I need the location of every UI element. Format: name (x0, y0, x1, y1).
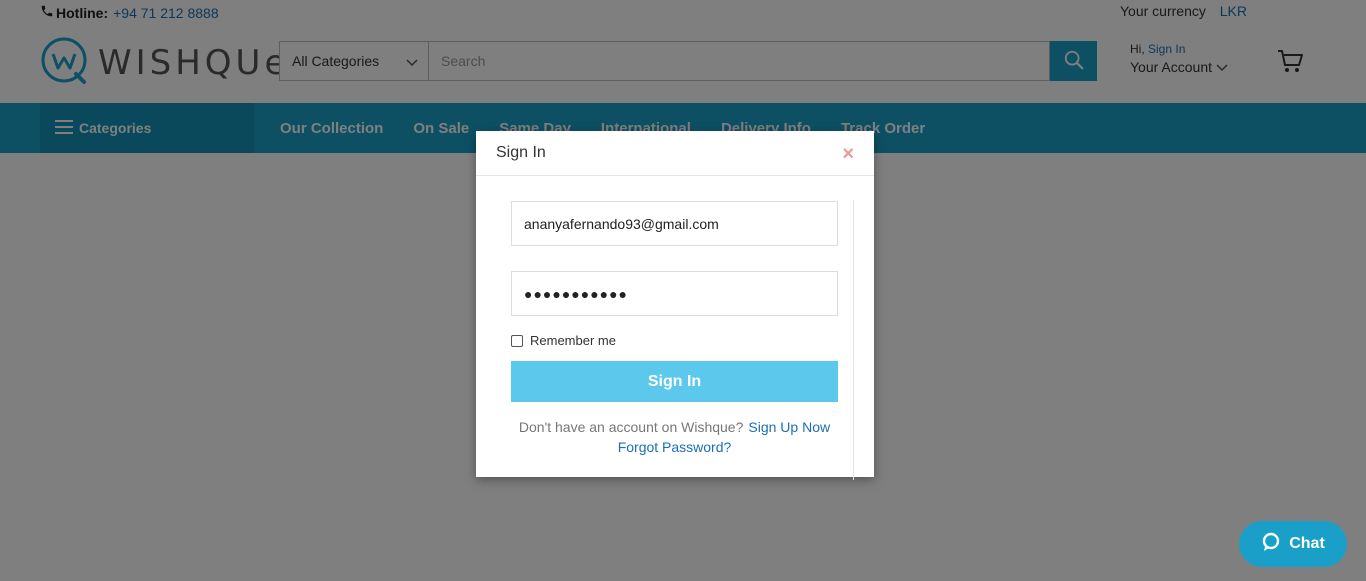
chat-bubble-icon (1261, 532, 1281, 557)
close-icon[interactable]: × (842, 143, 854, 166)
sign-in-button[interactable]: Sign In (511, 361, 838, 402)
password-field[interactable] (511, 271, 838, 316)
forgot-password-link[interactable]: Forgot Password? (511, 439, 838, 455)
sign-in-modal: Sign In × Remember me Sign In Don't have… (476, 131, 874, 480)
remember-me-checkbox[interactable] (511, 334, 523, 347)
sign-up-link[interactable]: Sign Up Now (748, 419, 830, 435)
chat-label: Chat (1289, 535, 1325, 552)
email-field[interactable] (511, 201, 838, 246)
divider (853, 200, 854, 480)
modal-title: Sign In (496, 144, 546, 161)
chat-button[interactable]: Chat (1239, 521, 1347, 567)
modal-header: Sign In × (476, 131, 874, 176)
signup-prompt: Don't have an account on Wishque? Sign Up… (511, 419, 838, 435)
remember-me-label: Remember me (530, 333, 616, 348)
no-account-text: Don't have an account on Wishque? (518, 419, 744, 435)
remember-me[interactable]: Remember me (511, 333, 616, 348)
